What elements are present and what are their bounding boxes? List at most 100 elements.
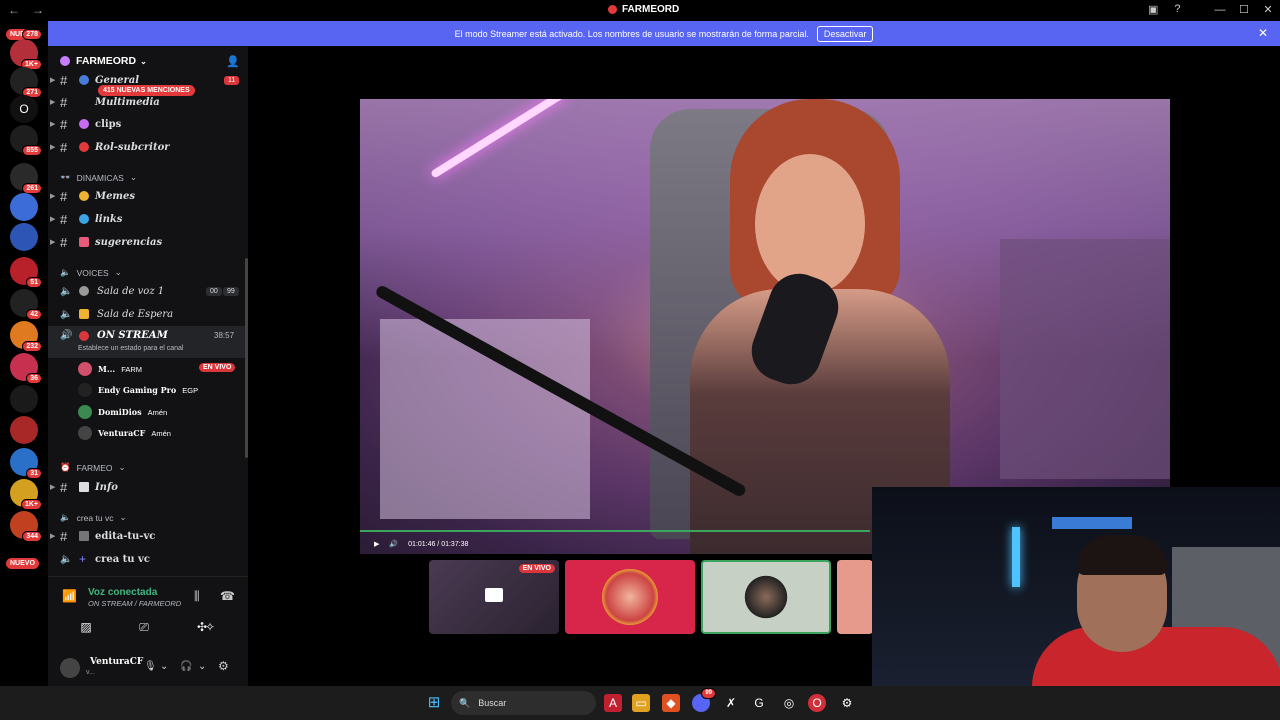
app-icon[interactable]: A xyxy=(604,694,622,712)
server-icon[interactable]: 855 xyxy=(10,125,42,156)
forward-arrow-icon[interactable]: → xyxy=(32,3,44,17)
soundboard-icon[interactable]: ✧ xyxy=(196,617,224,637)
app-icon[interactable]: G xyxy=(750,694,768,712)
taskbar-search[interactable]: 🔍 Buscar xyxy=(451,691,596,715)
server-icon[interactable]: 271 xyxy=(10,67,42,98)
windows-start-icon[interactable]: ⊞ xyxy=(425,694,443,712)
avatar xyxy=(78,362,92,376)
app-icon[interactable]: ✗ xyxy=(722,694,740,712)
channel-info[interactable]: ▶ # Info xyxy=(48,477,248,497)
voice-channel-label[interactable]: ON STREAM / FARMEORD xyxy=(88,599,181,608)
channel-status[interactable]: Establece un estado para el canal xyxy=(78,345,183,352)
channel-emoji-icon xyxy=(79,286,89,296)
noise-suppression-icon[interactable]: ⫼ xyxy=(194,589,200,604)
voice-user[interactable]: DomiDios Amén xyxy=(78,403,167,421)
server-icon[interactable]: 278 1K+ xyxy=(10,29,42,70)
file-explorer-icon[interactable]: ▭ xyxy=(632,694,650,712)
close-icon[interactable]: ✕ xyxy=(1258,26,1268,40)
inbox-icon[interactable]: ▣ xyxy=(1148,3,1158,16)
server-icon[interactable]: 232 xyxy=(10,321,42,352)
avatar xyxy=(602,569,658,625)
participant-tile[interactable] xyxy=(565,560,695,634)
chevron-down-icon: ⌄ xyxy=(119,512,127,522)
channel-edita-tu-vc[interactable]: ▶ # edita-tu-vc xyxy=(48,526,248,546)
signal-icon[interactable]: 📶 xyxy=(62,589,77,603)
minimize-button[interactable]: — xyxy=(1208,0,1232,21)
category-farmeo[interactable]: ⏰ FARMEO ⌄ xyxy=(60,462,126,473)
channel-rol-subcritor[interactable]: ▶ # Rol-subcritor xyxy=(48,137,248,157)
username[interactable]: VenturaCF xyxy=(90,657,143,667)
server-icon[interactable] xyxy=(10,193,38,221)
channel-clips[interactable]: ▶ # clips xyxy=(48,114,248,134)
channel-memes[interactable]: ▶ # Memes xyxy=(48,186,248,206)
maximize-button[interactable]: ☐ xyxy=(1232,0,1256,21)
new-mentions-pill[interactable]: 415 NUEVAS MENCIONES xyxy=(98,85,195,96)
server-icon[interactable]: 36 xyxy=(10,353,42,384)
category-voices[interactable]: 🔈 VOICES ⌄ xyxy=(60,267,122,278)
deactivate-button[interactable]: Desactivar xyxy=(816,25,874,42)
back-arrow-icon[interactable]: ← xyxy=(8,3,20,17)
participant-tile-stream[interactable]: EN VIVO xyxy=(429,560,559,634)
voice-channel-crea-tu-vc[interactable]: 🔈 + crea tu vc xyxy=(48,549,248,569)
player-controls: ▶ 🔊 01:01:46 / 01:37:38 xyxy=(360,534,872,554)
channel-links[interactable]: ▶ # links xyxy=(48,209,248,229)
server-icon[interactable]: 51 xyxy=(10,257,42,288)
avatar xyxy=(78,426,92,440)
globe-icon xyxy=(79,214,89,224)
settings-gear-icon[interactable]: ⚙ xyxy=(218,659,229,673)
voice-channel-sala-de-espera[interactable]: 🔈 Sala de Espera xyxy=(48,304,248,324)
camera-off-icon[interactable]: ▨ xyxy=(72,617,100,637)
window-controls: — ☐ ✕ xyxy=(1208,0,1280,21)
voice-channel-sala-de-voz-1[interactable]: 🔈 Sala de voz 1 00 99 xyxy=(48,281,248,301)
category-dinamicas[interactable]: 👓 DINAMICAS ⌄ xyxy=(60,172,137,183)
play-icon[interactable]: ▶ xyxy=(374,540,379,548)
close-button[interactable]: ✕ xyxy=(1256,0,1280,21)
server-icon[interactable] xyxy=(10,223,38,251)
chevron-down-icon[interactable]: ⌄ xyxy=(198,661,206,672)
screen-share-icon[interactable]: ⎚ xyxy=(130,617,158,637)
category-crea-tu-vc[interactable]: 🔈 crea tu vc ⌄ xyxy=(60,512,127,523)
voice-channel-on-stream[interactable]: 🔊 ON STREAM 38:57 Establece un estado pa… xyxy=(48,326,248,358)
server-icon[interactable]: 344 xyxy=(10,511,42,542)
headphones-icon[interactable]: 🎧 xyxy=(180,661,192,672)
server-icon[interactable]: 42 xyxy=(10,289,42,320)
server-icon[interactable]: O xyxy=(10,95,38,123)
voice-user[interactable]: M... FARM xyxy=(78,360,142,378)
brave-browser-icon[interactable]: ◆ xyxy=(662,694,680,712)
server-icon[interactable]: 1K+ xyxy=(10,479,42,510)
chevron-down-icon[interactable]: ⌄ xyxy=(160,661,168,672)
hash-icon: # xyxy=(60,188,68,204)
server-icon[interactable]: 261 xyxy=(10,163,42,194)
add-member-icon[interactable]: 👤 xyxy=(226,55,240,68)
channel-sidebar: FARMEORD ⌄ 👤 ▶ # General 11 ▶ # Multimed… xyxy=(48,46,248,686)
user-limit: 99 xyxy=(223,286,239,296)
disconnect-icon[interactable]: ☎ xyxy=(220,589,235,603)
hash-icon: # xyxy=(60,139,68,155)
discord-icon[interactable]: 99 xyxy=(692,688,716,712)
app-icon[interactable]: ◎ xyxy=(780,694,798,712)
taskbar: ⊞ 🔍 Buscar A ▭ ◆ 99 ✗ G ◎ O ⚙ xyxy=(0,686,1280,720)
volume-icon[interactable]: 🔊 xyxy=(389,540,398,548)
avatar xyxy=(78,383,92,397)
hash-icon: # xyxy=(60,116,68,132)
channel-emoji-icon xyxy=(79,142,89,152)
settings-gear-icon[interactable]: ⚙ xyxy=(838,694,856,712)
avatar[interactable] xyxy=(60,658,80,678)
speaker-icon: 🔊 xyxy=(60,330,73,341)
server-icon[interactable] xyxy=(10,416,38,444)
microphone-icon[interactable]: 🎙 xyxy=(144,661,157,672)
participant-tile[interactable] xyxy=(837,560,873,634)
stream-video[interactable] xyxy=(360,99,1170,554)
video-progress-bar[interactable] xyxy=(360,530,870,532)
voice-connected-label[interactable]: Voz conectada xyxy=(88,587,157,598)
participant-tile-speaking[interactable] xyxy=(701,560,831,634)
help-icon[interactable]: ? xyxy=(1174,3,1180,16)
chevron-down-icon: ⌄ xyxy=(114,267,122,277)
server-icon[interactable] xyxy=(10,385,38,413)
opera-icon[interactable]: O xyxy=(808,694,826,712)
server-icon[interactable]: 31 xyxy=(10,448,42,479)
live-badge: EN VIVO xyxy=(199,363,236,372)
channel-sugerencias[interactable]: ▶ # sugerencias xyxy=(48,232,248,252)
voice-user[interactable]: Endy Gaming Pro EGP xyxy=(78,381,198,399)
voice-user[interactable]: VenturaCF Amén xyxy=(78,424,171,442)
